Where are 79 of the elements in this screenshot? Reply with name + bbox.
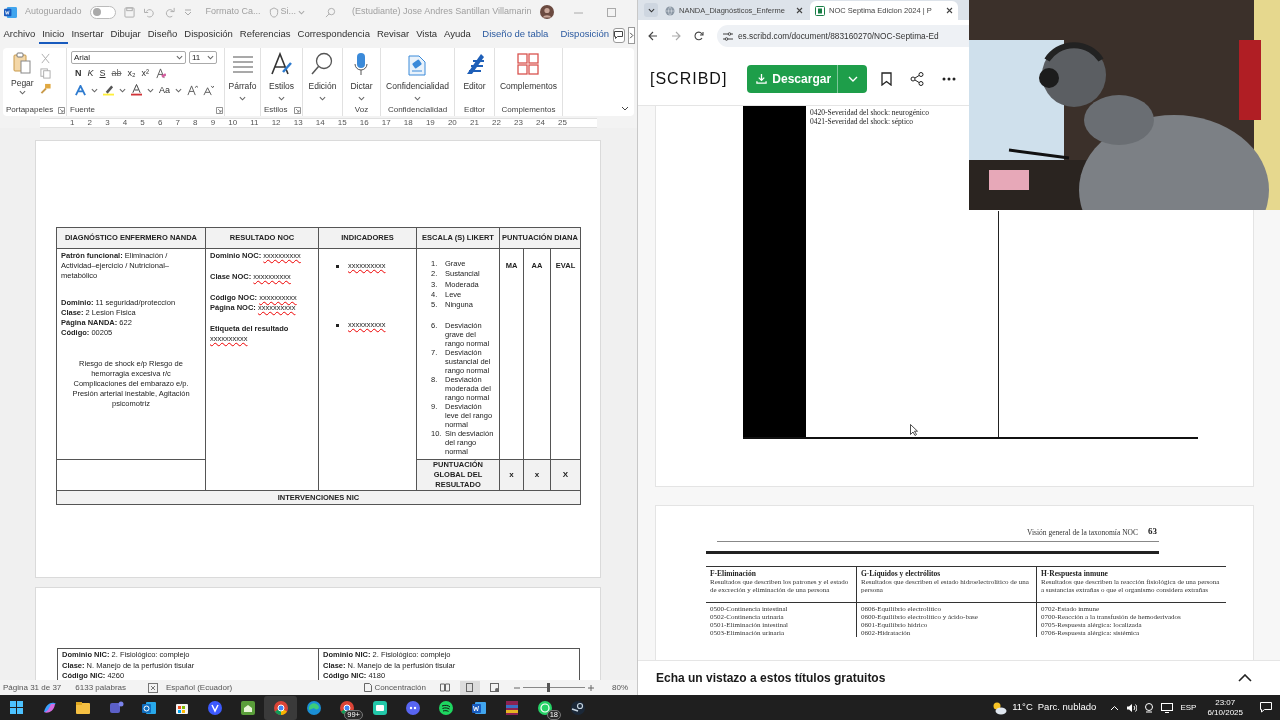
ruler-mark: 19 [425,119,435,127]
format-button[interactable]: S [99,67,106,81]
ribbon-tab[interactable]: Archivo [0,26,39,44]
ribbon-group-label: Voz [354,104,369,116]
format-button[interactable]: x₂ [127,67,136,81]
ruler-mark: 25 [558,119,567,127]
scribd-logo: [SCRIBD] [650,68,728,89]
language-status: Español (Ecuador) [166,681,233,694]
format-button[interactable]: N [75,67,82,81]
ribbon-button[interactable]: Complementos [499,52,558,93]
suggestions-heading: Echa un vistazo a estos títulos gratuitos [656,670,886,687]
ruler-mark: 20 [447,119,457,127]
autosave-label: Autoguardado [25,5,82,19]
ruler-mark: 1 [70,119,75,127]
ruler-mark: 23 [514,119,523,127]
address-bar[interactable]: es.scribd.com/document/883160270/NOC-Septima-Ed [717,25,971,47]
ruler-mark: 4 [122,119,128,127]
ribbon-button[interactable]: Edición [308,52,337,101]
weather-temperature: 11°C [1012,700,1033,715]
ruler-mark: 24 [536,119,545,127]
ribbon-tab[interactable]: Disposición [180,26,237,44]
ribbon-group-label: Complementos [501,104,556,116]
ruler-mark: 7 [175,119,180,127]
ruler-mark: 17 [381,119,391,127]
ruler-mark: 3 [105,119,110,127]
ruler-mark: 15 [337,119,347,127]
weather-description: Parc. nublado [1037,700,1097,715]
ribbon-group-label: Estilos [264,104,288,116]
focus-button[interactable]: Concentración [364,681,426,694]
clock[interactable]: 23:07 6/10/2025 [1207,697,1243,718]
change-case-button[interactable]: Aa [159,83,170,97]
ribbon-tab[interactable]: Diseño de tabla [482,26,549,44]
ribbon-button[interactable]: Confidencialidad [386,52,449,101]
ribbon-group-label: Fuente [70,104,95,116]
format-button[interactable]: x² [141,67,150,81]
ribbon-group-label: Confidencialidad [387,104,448,116]
ribbon-tab[interactable]: Inicio [38,26,68,44]
ribbon-button[interactable]: Párrafo [228,52,257,101]
ruler-mark: 10 [228,119,238,127]
ruler-mark: 12 [271,119,281,127]
ruler-mark: 8 [193,119,198,127]
ribbon-tab[interactable]: Disposición [560,26,609,44]
ruler-mark: 16 [359,119,369,127]
ruler-mark: 22 [492,119,501,127]
ribbon-button[interactable]: Editor [463,52,486,93]
ribbon-tab[interactable]: Dibujar [107,26,145,44]
ruler-mark: 5 [140,119,145,127]
ribbon-tab[interactable]: Vista [412,26,441,44]
ribbon-tab[interactable]: Revisar [373,26,413,44]
ruler-mark: 18 [403,119,413,127]
ruler-mark: 21 [469,119,479,127]
ribbon-group-label: Editor [464,104,485,116]
ribbon-group-label: Portapapeles [6,104,54,116]
ruler-mark: 2 [87,119,93,127]
sensitivity-label: Si... [280,5,297,19]
format-button[interactable]: K [87,67,94,81]
ribbon-tab[interactable]: Correspondencia [294,26,374,44]
paste-button[interactable]: Pegar [11,52,34,95]
page-number: 63 [1148,525,1157,538]
zoom-level: 80% [612,681,628,694]
ruler-mark: 14 [315,119,325,127]
input-language[interactable]: ESP [1180,701,1197,714]
ribbon-button[interactable]: Estilos [268,52,294,101]
ruler-mark: 11 [250,119,259,127]
ruler-mark: 6 [157,119,163,127]
font-name-field[interactable]: Arial [71,51,186,64]
format-button[interactable]: ab [111,67,122,81]
user-name: (Estudiante) Jose Andres Santillan Villamarin [352,5,532,19]
ribbon-tab[interactable]: Referencias [236,26,295,44]
page-count: Página 31 de 37 [3,681,62,694]
ribbon-tab[interactable]: Ayuda [440,26,475,44]
file-name: Formato Ca... [205,5,261,19]
ribbon-tab[interactable]: Diseño [144,26,181,44]
font-size-field[interactable]: 11 [189,51,217,64]
ruler-mark: 13 [293,119,303,127]
ruler-mark: 9 [210,119,216,127]
word-count: 6133 palabras [75,681,126,694]
ribbon-button[interactable]: Dictar [350,52,373,101]
ribbon-tab[interactable]: Insertar [67,26,108,44]
